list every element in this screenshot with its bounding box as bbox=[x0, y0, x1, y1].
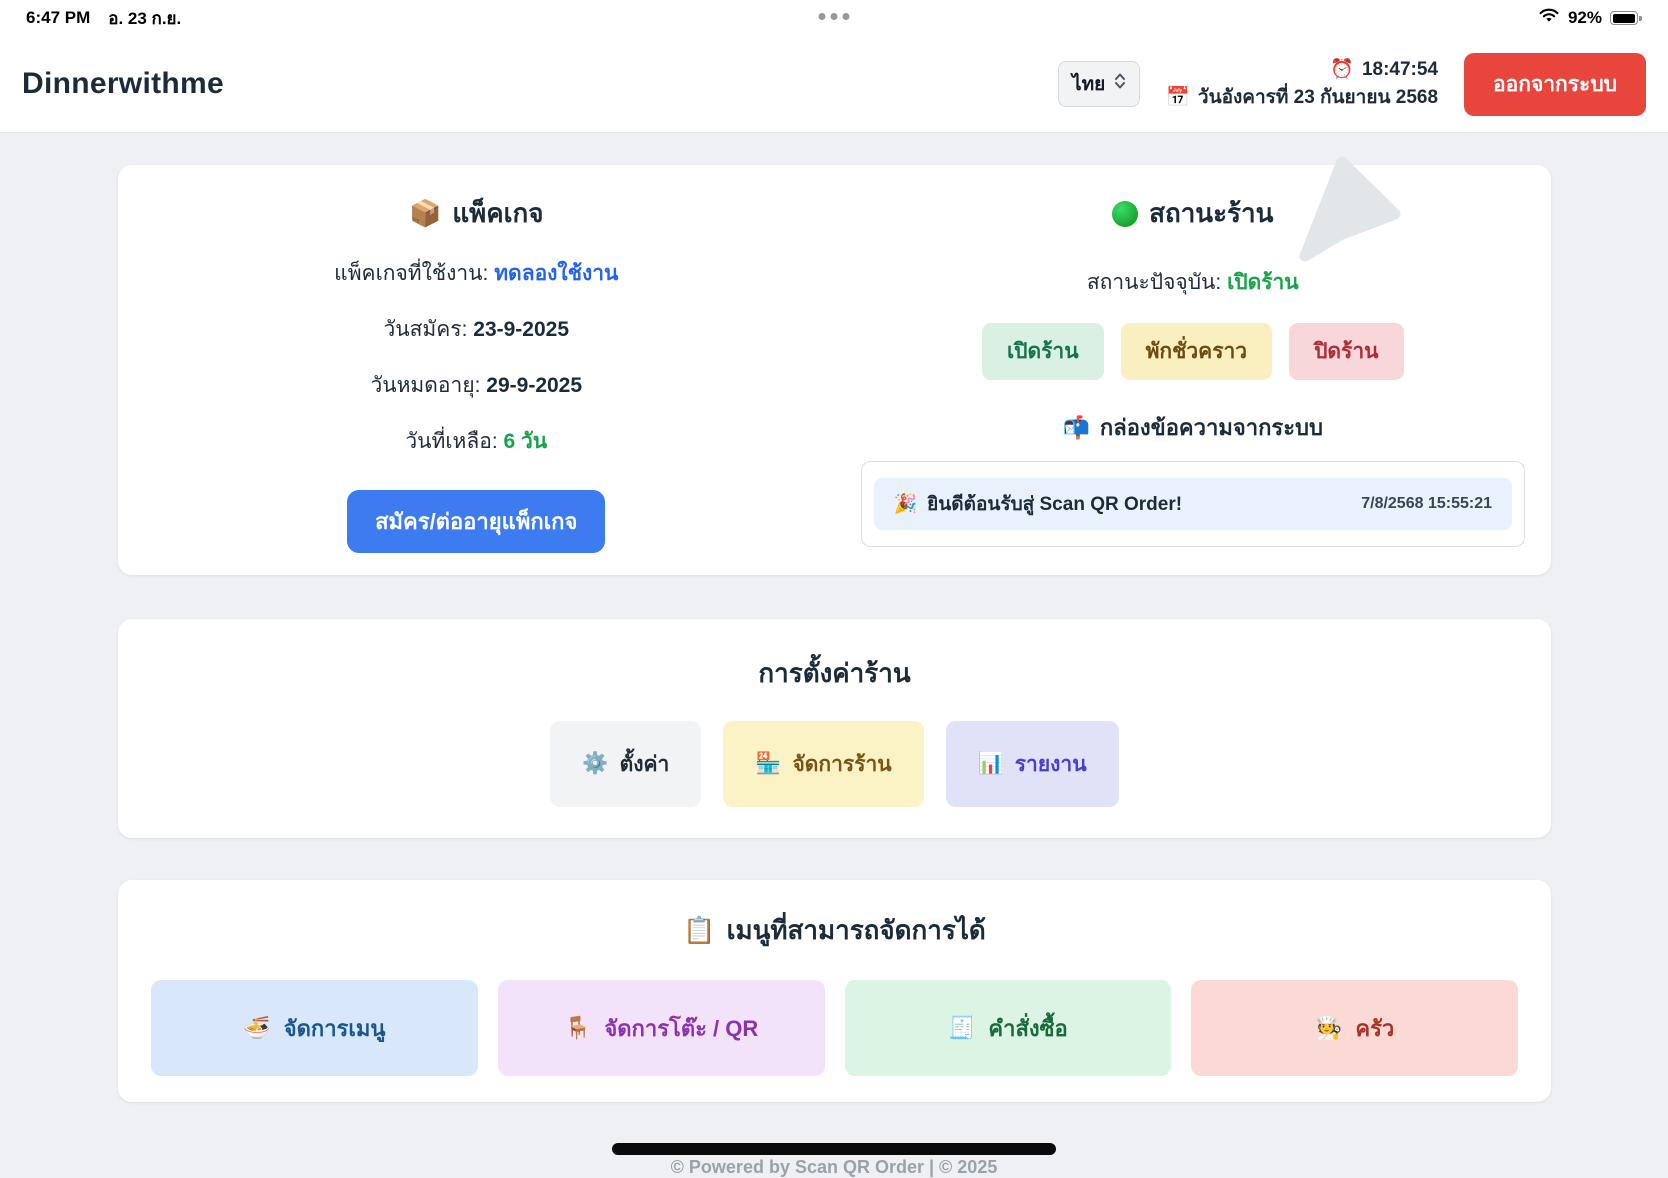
clipboard-icon: 📋 bbox=[683, 915, 715, 946]
multitasking-dots-icon[interactable] bbox=[819, 13, 850, 20]
active-package-line: แพ็คเกจที่ใช้งาน: ทดลองใช้งาน bbox=[334, 257, 618, 290]
ipad-status-bar: 6:47 PM อ. 23 ก.ย. 92% bbox=[0, 0, 1668, 36]
close-shop-button[interactable]: ปิดร้าน bbox=[1289, 323, 1403, 380]
mailbox-icon: 📬 bbox=[1063, 415, 1090, 441]
renew-package-button[interactable]: สมัคร/ต่ออายุแพ็กเกจ bbox=[347, 490, 605, 553]
manage-shop-button[interactable]: 🏪 จัดการร้าน bbox=[723, 721, 923, 807]
calendar-icon: 📅 bbox=[1166, 84, 1190, 112]
receipt-icon: 🧾 bbox=[948, 1015, 975, 1041]
clock-date-block: ⏰ 18:47:54 📅 วันอังคารที่ 23 กันยายน 256… bbox=[1166, 56, 1438, 111]
shop-status-section: สถานะร้าน สถานะปัจจุบัน: เปิดร้าน เปิดร้… bbox=[835, 165, 1552, 575]
current-status-value: เปิดร้าน bbox=[1227, 271, 1299, 294]
noodle-bowl-icon: 🍜 bbox=[243, 1015, 270, 1041]
inbox-container: 🎉 ยินดีต้อนรับสู่ Scan QR Order! 7/8/256… bbox=[861, 461, 1526, 547]
kitchen-button[interactable]: 🧑‍🍳 ครัว bbox=[1191, 980, 1518, 1076]
shop-settings-card: การตั้งค่าร้าน ⚙️ ตั้งค่า 🏪 จัดการร้าน 📊… bbox=[118, 619, 1551, 838]
header-clock-time: 18:47:54 bbox=[1362, 56, 1438, 84]
expire-date-line: วันหมดอายุ: 29-9-2025 bbox=[370, 369, 582, 402]
package-icon: 📦 bbox=[409, 198, 441, 229]
expire-date-value: 29-9-2025 bbox=[486, 374, 582, 397]
alarm-clock-icon: ⏰ bbox=[1330, 56, 1354, 84]
green-circle-icon bbox=[1112, 201, 1138, 227]
register-date-line: วันสมัคร: 23-9-2025 bbox=[383, 313, 569, 346]
party-popper-icon: 🎉 bbox=[894, 492, 918, 516]
package-title: แพ็คเกจ bbox=[452, 193, 543, 234]
settings-title: การตั้งค่าร้าน bbox=[758, 653, 910, 694]
store-icon: 🏪 bbox=[755, 752, 781, 776]
wifi-icon bbox=[1538, 8, 1560, 29]
reports-button[interactable]: 📊 รายงาน bbox=[946, 721, 1119, 807]
statusbar-time: 6:47 PM bbox=[26, 8, 90, 28]
language-select-value: ไทย bbox=[1072, 69, 1105, 99]
active-package-value: ทดลองใช้งาน bbox=[494, 262, 618, 285]
brand-title: Dinnerwithme bbox=[22, 67, 224, 101]
days-remaining-line: วันที่เหลือ: 6 วัน bbox=[405, 425, 547, 458]
battery-percent: 92% bbox=[1568, 8, 1602, 28]
footer-credit: © Powered by Scan QR Order | © 2025 bbox=[0, 1157, 1668, 1178]
current-status-line: สถานะปัจจุบัน: เปิดร้าน bbox=[1087, 266, 1299, 299]
logout-button[interactable]: ออกจากระบบ bbox=[1464, 53, 1646, 116]
manageable-menus-card: 📋 เมนูที่สามารถจัดการได้ 🍜 จัดการเมนู 🪑 … bbox=[118, 880, 1551, 1102]
header-date-text: วันอังคารที่ 23 กันยายน 2568 bbox=[1198, 84, 1438, 112]
register-date-value: 23-9-2025 bbox=[473, 318, 569, 341]
chevron-up-down-icon bbox=[1114, 72, 1126, 96]
app-header: Dinnerwithme ไทย ⏰ 18:47:54 📅 วันอังคารท… bbox=[0, 36, 1668, 133]
inbox-message-text: ยินดีต้อนรับสู่ Scan QR Order! bbox=[927, 489, 1182, 519]
settings-button[interactable]: ⚙️ ตั้งค่า bbox=[550, 721, 701, 807]
home-indicator[interactable] bbox=[612, 1143, 1056, 1155]
package-status-card: 📦 แพ็คเกจ แพ็คเกจที่ใช้งาน: ทดลองใช้งาน … bbox=[118, 165, 1551, 575]
inbox-title: กล่องข้อความจากระบบ bbox=[1100, 410, 1323, 445]
pause-shop-button[interactable]: พักชั่วคราว bbox=[1121, 323, 1273, 380]
days-remaining-value: 6 วัน bbox=[504, 430, 548, 453]
battery-icon bbox=[1610, 11, 1642, 25]
manage-table-qr-button[interactable]: 🪑 จัดการโต๊ะ / QR bbox=[498, 980, 825, 1076]
bar-chart-icon: 📊 bbox=[978, 752, 1004, 776]
orders-button[interactable]: 🧾 คำสั่งซื้อ bbox=[845, 980, 1172, 1076]
manage-menu-button[interactable]: 🍜 จัดการเมนู bbox=[151, 980, 478, 1076]
inbox-message-timestamp: 7/8/2568 15:55:21 bbox=[1361, 495, 1492, 513]
gear-icon: ⚙️ bbox=[582, 752, 608, 776]
statusbar-date: อ. 23 ก.ย. bbox=[108, 5, 181, 32]
chair-icon: 🪑 bbox=[564, 1015, 591, 1041]
package-section: 📦 แพ็คเกจ แพ็คเกจที่ใช้งาน: ทดลองใช้งาน … bbox=[118, 165, 835, 575]
shop-status-title: สถานะร้าน bbox=[1149, 193, 1273, 234]
menus-title: เมนูที่สามารถจัดการได้ bbox=[727, 910, 986, 951]
language-select[interactable]: ไทย bbox=[1058, 61, 1140, 107]
open-shop-button[interactable]: เปิดร้าน bbox=[982, 323, 1104, 380]
inbox-message-row[interactable]: 🎉 ยินดีต้อนรับสู่ Scan QR Order! 7/8/256… bbox=[874, 478, 1513, 530]
cook-icon: 🧑‍🍳 bbox=[1315, 1015, 1342, 1041]
